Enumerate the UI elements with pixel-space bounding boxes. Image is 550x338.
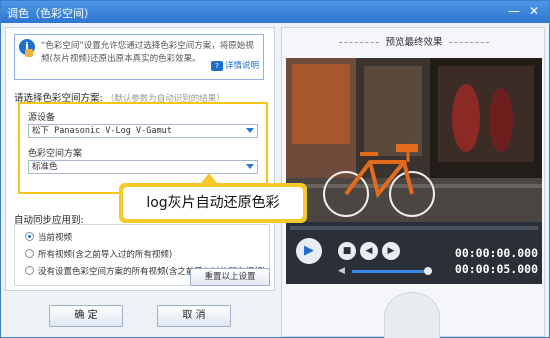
chevron-down-icon <box>246 128 254 133</box>
radio-unselected[interactable] <box>25 249 34 258</box>
minimize-button[interactable]: — <box>505 3 523 19</box>
radio-selected[interactable] <box>25 232 34 241</box>
chevron-down-icon <box>246 164 254 169</box>
feature-callout: log灰片自动还原色彩 <box>119 173 307 223</box>
mascot-image <box>384 292 440 338</box>
sync-option-current[interactable]: 当前视频 <box>25 231 72 243</box>
colorspace-select-group: 源设备 松下 Panasonic V-Log V-Gamut 色彩空间方案 标准… <box>18 102 268 194</box>
current-time: 00:00:00.000 <box>454 246 538 260</box>
preview-title-text: 预览最终效果 <box>385 37 443 48</box>
color-dialog-window: 调色（色彩空间） — ✕ i “色彩空间”设置允许您通过选择色彩空间方案，将原始… <box>0 0 550 338</box>
volume-fill <box>352 270 428 273</box>
close-button[interactable]: ✕ <box>525 3 543 19</box>
scheme-dropdown[interactable]: 标准色 <box>28 160 258 174</box>
volume-knob[interactable] <box>424 267 432 275</box>
info-box: i “色彩空间”设置允许您通过选择色彩空间方案，将原始视频(灰片视频)还原出原本… <box>14 34 264 80</box>
details-link[interactable]: ? 详情说明 <box>211 59 259 71</box>
total-time: 00:00:05.000 <box>454 262 538 276</box>
callout-text: log灰片自动还原色彩 <box>123 187 303 219</box>
source-device-value: 松下 Panasonic V-Log V-Gamut <box>32 126 172 136</box>
preview-title: 预览最终效果 <box>282 34 546 48</box>
source-device-label: 源设备 <box>28 113 56 123</box>
settings-panel: i “色彩空间”设置允许您通过选择色彩空间方案，将原始视频(灰片视频)还原出原本… <box>5 27 275 291</box>
cancel-button[interactable]: 取 消 <box>157 305 231 327</box>
scheme-value: 标准色 <box>32 162 58 172</box>
ok-button[interactable]: 确 定 <box>49 305 123 327</box>
title-bar: 调色（色彩空间） — ✕ <box>1 1 549 23</box>
sync-option-label: 所有视频(含之前导入过的所有视频) <box>38 250 173 260</box>
lock-icon <box>25 49 33 57</box>
timeline-track[interactable] <box>290 226 538 230</box>
next-frame-button[interactable]: ▶ <box>382 242 400 260</box>
scheme-label: 色彩空间方案 <box>28 149 83 159</box>
previous-frame-button[interactable]: ◀ <box>360 242 378 260</box>
preview-panel: 预览最终效果 ▶ ■ ◀ ▶ ◀ 00:00:00.000 00:00:05.0… <box>281 27 546 338</box>
bicycle-scene-image <box>286 58 542 238</box>
source-device-dropdown[interactable]: 松下 Panasonic V-Log V-Gamut <box>28 124 258 138</box>
player-controls: ▶ ■ ◀ ▶ ◀ 00:00:00.000 00:00:05.000 <box>286 222 542 284</box>
details-link-label: 详情说明 <box>225 61 260 71</box>
volume-slider[interactable] <box>352 267 432 275</box>
volume-icon: ◀ <box>338 266 345 276</box>
radio-unselected[interactable] <box>25 266 34 275</box>
sync-option-label: 当前视频 <box>38 233 73 243</box>
help-icon: ? <box>211 61 223 71</box>
stop-button[interactable]: ■ <box>338 242 356 260</box>
window-title: 调色（色彩空间） <box>7 7 95 20</box>
video-preview[interactable] <box>286 58 542 238</box>
reset-button[interactable]: 重置以上设置 <box>190 268 270 286</box>
sync-option-all[interactable]: 所有视频(含之前导入过的所有视频) <box>25 248 172 260</box>
play-button[interactable]: ▶ <box>296 238 322 264</box>
